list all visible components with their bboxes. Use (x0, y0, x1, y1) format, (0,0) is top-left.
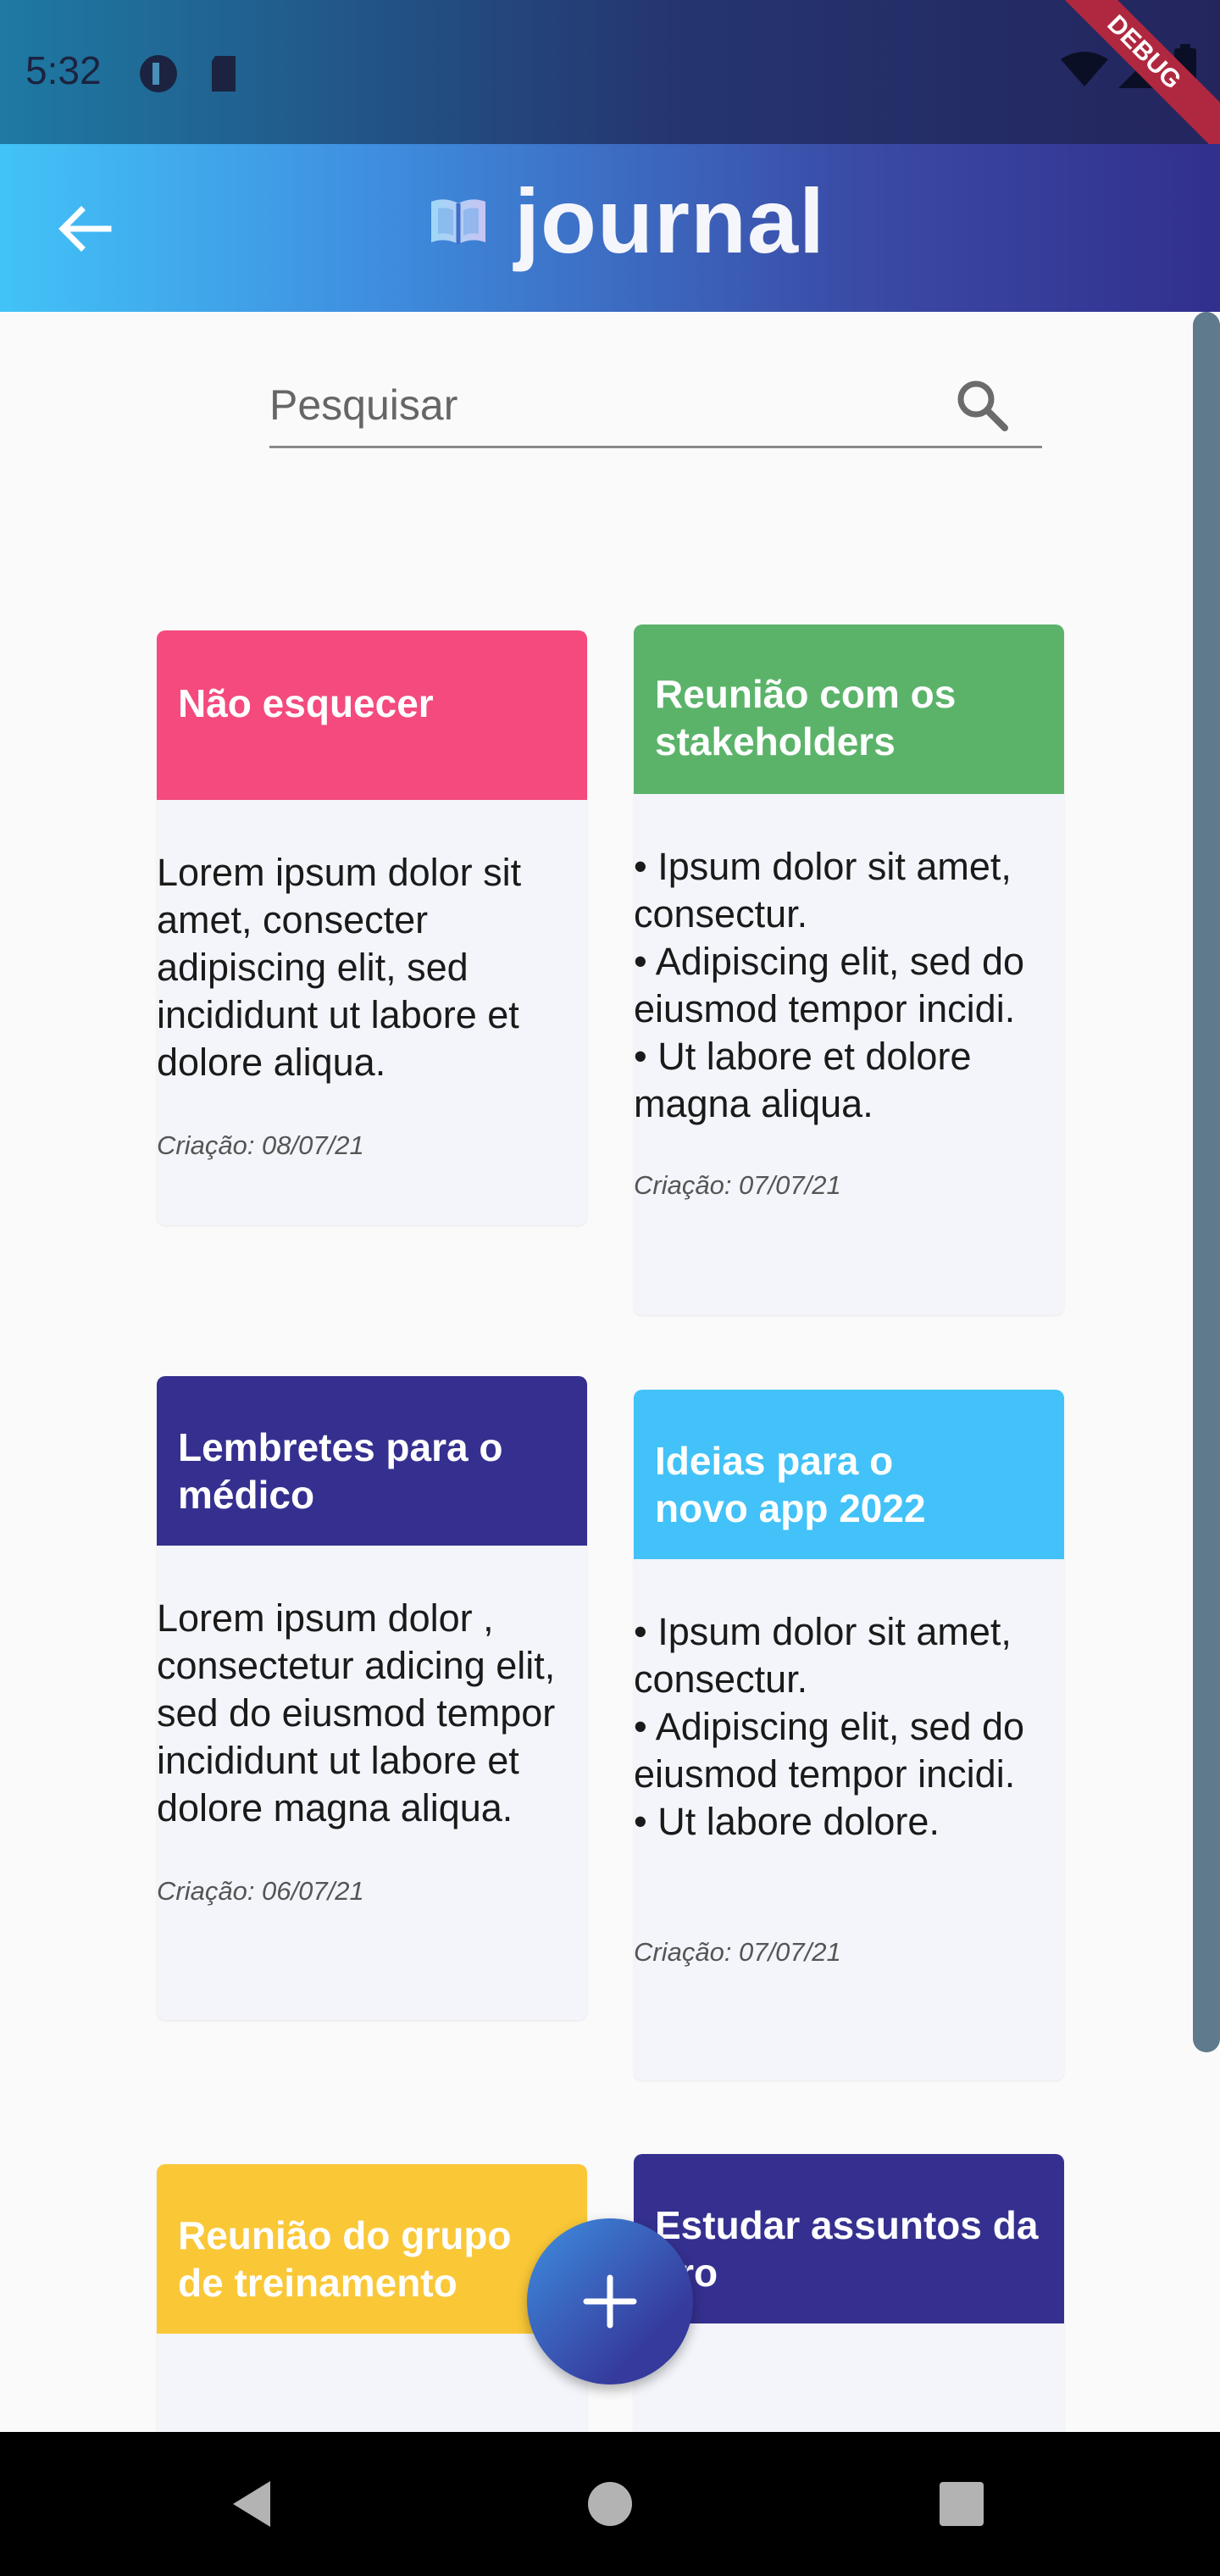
note-card[interactable]: Reunião do grupo de treinamento (157, 2164, 587, 2432)
status-time: 5:32 (25, 48, 102, 92)
note-card-body: • Ipsum dolor sit amet, consectur. • Adi… (634, 845, 1025, 1125)
add-note-button[interactable] (527, 2218, 693, 2384)
note-card-header: Lembretes para o médico (157, 1376, 587, 1546)
nav-recents-icon[interactable] (932, 2474, 991, 2534)
note-card-header: Ideias para o novo app 2022 (634, 1390, 1064, 1559)
note-card[interactable]: Lembretes para o médico Lorem ipsum dolo… (157, 1376, 587, 2020)
note-card[interactable]: Não esquecer Lorem ipsum dolor sit amet,… (157, 630, 587, 1225)
search-icon[interactable] (952, 375, 1012, 435)
note-card-header: Não esquecer (157, 630, 587, 800)
back-arrow-icon[interactable] (51, 195, 119, 263)
note-card-date: Criação: 07/07/21 (634, 1170, 841, 1200)
system-nav-bar (0, 2432, 1220, 2576)
app-logo: journal (428, 168, 825, 274)
note-card-date: Criação: 07/07/21 (634, 1937, 841, 1967)
note-card-body: Lorem ipsum dolor sit amet, consecter ad… (157, 851, 522, 1084)
note-card-date: Criação: 06/07/21 (157, 1876, 364, 1906)
note-card-header: Reunião com os stakeholders (634, 625, 1064, 794)
note-card[interactable]: Estudar assuntos da pro (634, 2154, 1064, 2432)
nav-home-icon[interactable] (580, 2474, 640, 2534)
note-card-header: Estudar assuntos da pro (634, 2154, 1064, 2323)
plus-icon (583, 2274, 637, 2329)
note-card[interactable]: Ideias para o novo app 2022 • Ipsum dolo… (634, 1390, 1064, 2080)
search-bar (269, 360, 1042, 448)
note-card-body: • Ipsum dolor sit amet, consectur. • Adi… (634, 1610, 1025, 1843)
note-card-body: Lorem ipsum dolor , consectetur adicing … (157, 1596, 556, 1829)
scrollbar[interactable] (1193, 312, 1220, 2052)
note-card-header: Reunião do grupo de treinamento (157, 2164, 587, 2334)
logo-text: journal (514, 169, 826, 272)
nav-back-icon[interactable] (225, 2474, 284, 2534)
note-card-date: Criação: 08/07/21 (157, 1130, 364, 1160)
search-input[interactable] (269, 375, 930, 435)
status-bar: 5:32 DEBUG (0, 0, 1220, 162)
note-card[interactable]: Reunião com os stakeholders • Ipsum dolo… (634, 625, 1064, 1315)
data-saver-icon (140, 55, 177, 92)
sd-card-icon (212, 56, 236, 92)
app-bar: journal (0, 144, 1220, 312)
wifi-icon (1061, 52, 1108, 86)
book-icon (431, 198, 485, 244)
